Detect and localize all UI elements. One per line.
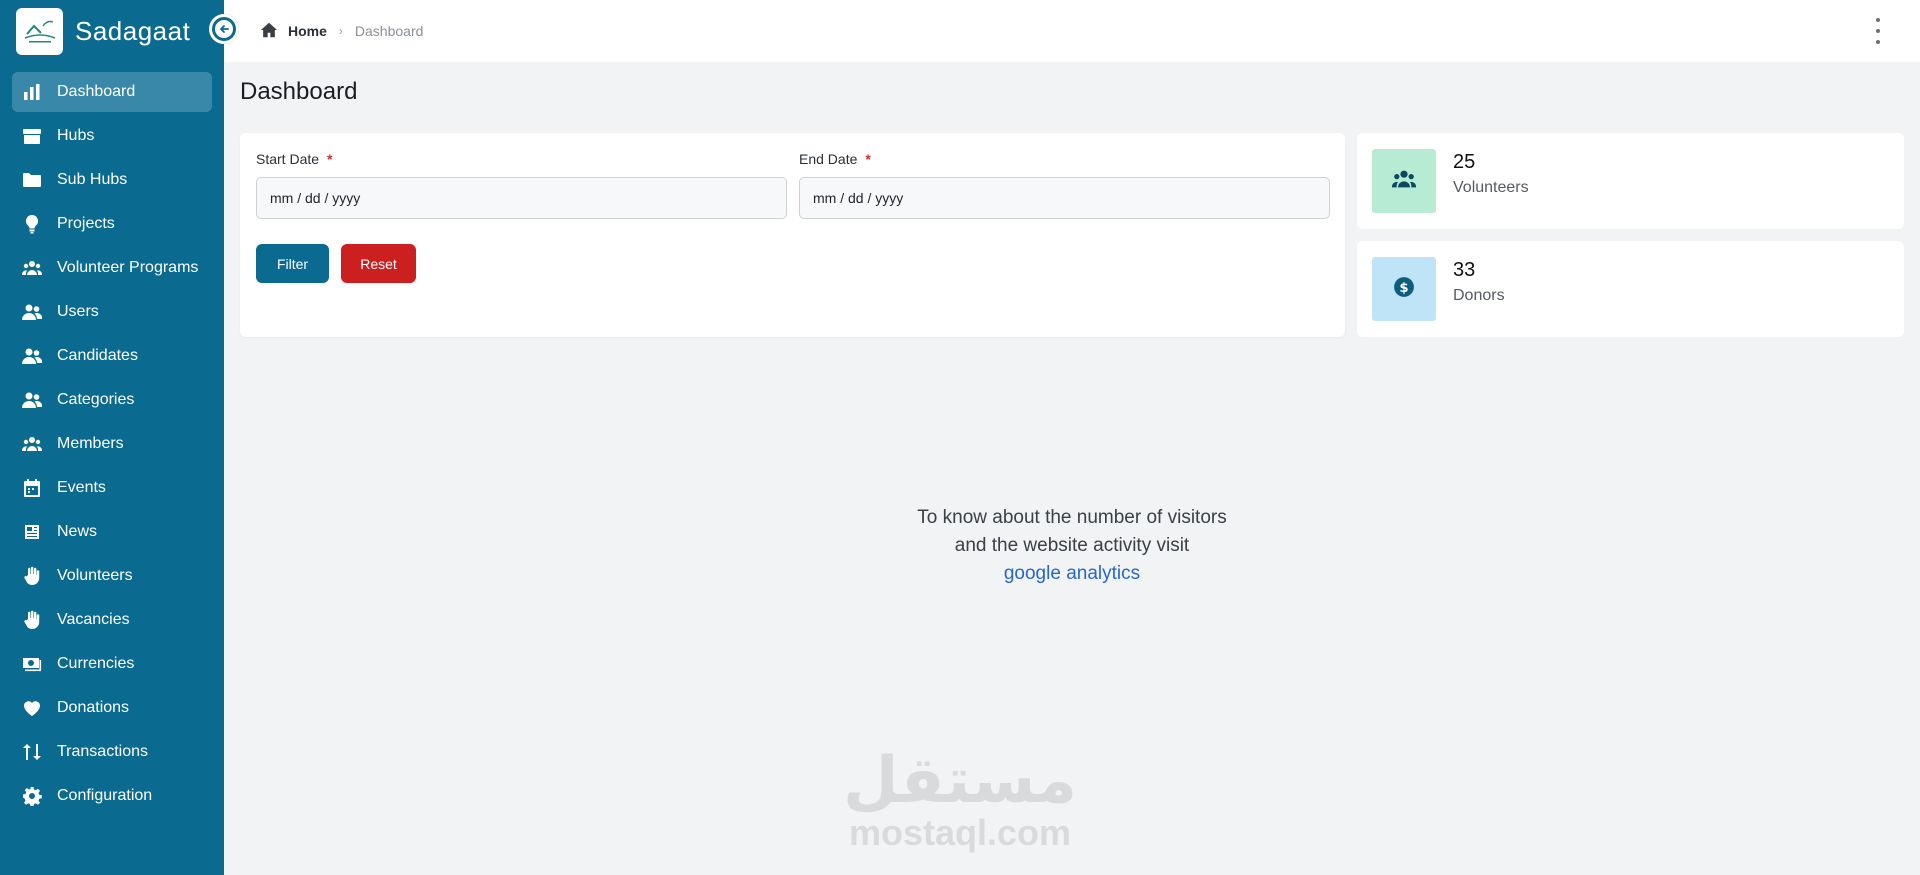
sidebar-item-label: Donations <box>57 699 130 716</box>
sidebar-item-hubs[interactable]: Hubs <box>12 116 212 156</box>
more-options-icon[interactable] <box>1872 18 1884 44</box>
user-group-icon <box>21 345 43 367</box>
sidebar-item-label: Transactions <box>57 743 148 760</box>
sidebar-item-label: Volunteers <box>57 567 133 584</box>
sidebar-item-label: Volunteer Programs <box>57 259 199 276</box>
sidebar-item-sub-hubs[interactable]: Sub Hubs <box>12 160 212 200</box>
watermark-arabic: مستقل <box>842 744 1078 816</box>
arrows-up-down-icon <box>21 741 43 763</box>
google-analytics-link[interactable]: google analytics <box>1004 563 1140 584</box>
logo <box>16 7 63 55</box>
sidebar-item-label: Events <box>57 479 106 496</box>
start-date-input[interactable]: mm / dd / yyyy <box>256 177 787 219</box>
sidebar-item-categories[interactable]: Categories <box>12 380 212 420</box>
people-group-icon <box>21 433 43 455</box>
sidebar-item-members[interactable]: Members <box>12 424 212 464</box>
sidebar-item-currencies[interactable]: Currencies <box>12 644 212 684</box>
end-date-field: End Date * mm / dd / yyyy <box>799 151 1330 219</box>
sidebar-collapse-button[interactable] <box>209 14 239 44</box>
sidebar-item-label: Users <box>57 303 99 320</box>
volunteers-tile <box>1372 149 1436 213</box>
newspaper-icon <box>21 521 43 543</box>
hand-icon <box>21 609 43 631</box>
page-title: Dashboard <box>240 78 358 105</box>
user-group-icon <box>21 389 43 411</box>
hand-icon <box>21 565 43 587</box>
folder-icon <box>21 169 43 191</box>
sidebar: Sadagaat Dashboard Hubs Sub Hubs Project… <box>0 0 224 875</box>
people-group-icon <box>21 257 43 279</box>
sidebar-item-label: Configuration <box>57 787 153 804</box>
sidebar-item-label: Hubs <box>57 127 95 144</box>
sidebar-item-transactions[interactable]: Transactions <box>12 732 212 772</box>
volunteers-label: Volunteers <box>1453 179 1529 196</box>
heart-icon <box>21 697 43 719</box>
sidebar-item-dashboard[interactable]: Dashboard <box>12 72 212 112</box>
end-date-label: End Date * <box>799 151 871 167</box>
watermark-latin: mostaql.com <box>848 812 1072 853</box>
brand-name: Sadagaat <box>75 15 191 46</box>
top-bar: Home › Dashboard <box>224 0 1920 62</box>
sidebar-item-users[interactable]: Users <box>12 292 212 332</box>
donors-tile: $ <box>1372 257 1436 321</box>
date-filter-card: Start Date * mm / dd / yyyy End Date * mm … <box>240 133 1345 337</box>
money-icon <box>21 653 43 675</box>
analytics-info: To know about the number of visitors and… <box>224 504 1920 588</box>
info-line-1: To know about the number of visitors <box>917 507 1227 528</box>
home-icon[interactable] <box>260 21 278 42</box>
breadcrumb-home-link[interactable]: Home <box>288 23 327 39</box>
required-mark: * <box>327 151 333 167</box>
reset-button[interactable]: Reset <box>341 244 416 283</box>
brand[interactable]: Sadagaat <box>0 0 224 62</box>
sidebar-item-volunteers[interactable]: Volunteers <box>12 556 212 596</box>
start-date-field: Start Date * mm / dd / yyyy <box>256 151 787 219</box>
chart-bar-icon <box>21 81 43 103</box>
sidebar-item-label: Vacancies <box>57 611 130 628</box>
sidebar-item-volunteer-programs[interactable]: Volunteer Programs <box>12 248 212 288</box>
breadcrumb-current: Dashboard <box>354 23 424 39</box>
donors-label: Donors <box>1453 287 1505 304</box>
sidebar-item-label: Dashboard <box>57 83 136 100</box>
people-group-icon <box>1392 167 1416 196</box>
breadcrumb: Home › Dashboard <box>260 21 423 42</box>
sidebar-item-vacancies[interactable]: Vacancies <box>12 600 212 640</box>
required-mark: * <box>865 151 871 167</box>
watermark: مستقل mostaql.com <box>840 745 1080 851</box>
sidebar-item-projects[interactable]: Projects <box>12 204 212 244</box>
user-group-icon <box>21 301 43 323</box>
svg-text:$: $ <box>1399 280 1408 295</box>
donors-count: 33 <box>1453 259 1476 281</box>
sidebar-item-configuration[interactable]: Configuration <box>12 776 212 816</box>
sidebar-item-candidates[interactable]: Candidates <box>12 336 212 376</box>
archive-icon <box>21 125 43 147</box>
sidebar-item-news[interactable]: News <box>12 512 212 552</box>
info-line-2: and the website activity visit <box>954 535 1190 556</box>
sidebar-item-label: News <box>57 523 98 540</box>
gear-icon <box>21 785 43 807</box>
calendar-icon <box>21 477 43 499</box>
dollar-circle-icon: $ <box>1393 276 1415 303</box>
sidebar-item-label: Categories <box>57 391 135 408</box>
volunteers-stat-card: 25 Volunteers <box>1357 133 1904 229</box>
sidebar-item-label: Projects <box>57 215 115 232</box>
sidebar-item-events[interactable]: Events <box>12 468 212 508</box>
sidebar-item-label: Candidates <box>57 347 138 364</box>
volunteers-count: 25 <box>1453 151 1476 173</box>
end-date-input[interactable]: mm / dd / yyyy <box>799 177 1330 219</box>
filter-button[interactable]: Filter <box>256 244 329 283</box>
chevron-right-icon: › <box>338 24 343 38</box>
sidebar-item-label: Members <box>57 435 124 452</box>
sidebar-item-label: Currencies <box>57 655 135 672</box>
sidebar-item-donations[interactable]: Donations <box>12 688 212 728</box>
sidebar-nav: Dashboard Hubs Sub Hubs Projects Volunte… <box>0 62 224 816</box>
sidebar-item-label: Sub Hubs <box>57 171 128 188</box>
start-date-label: Start Date * <box>256 151 333 167</box>
arrow-left-icon <box>215 20 233 38</box>
donors-stat-card: $ 33 Donors <box>1357 241 1904 337</box>
lightbulb-icon <box>21 213 43 235</box>
